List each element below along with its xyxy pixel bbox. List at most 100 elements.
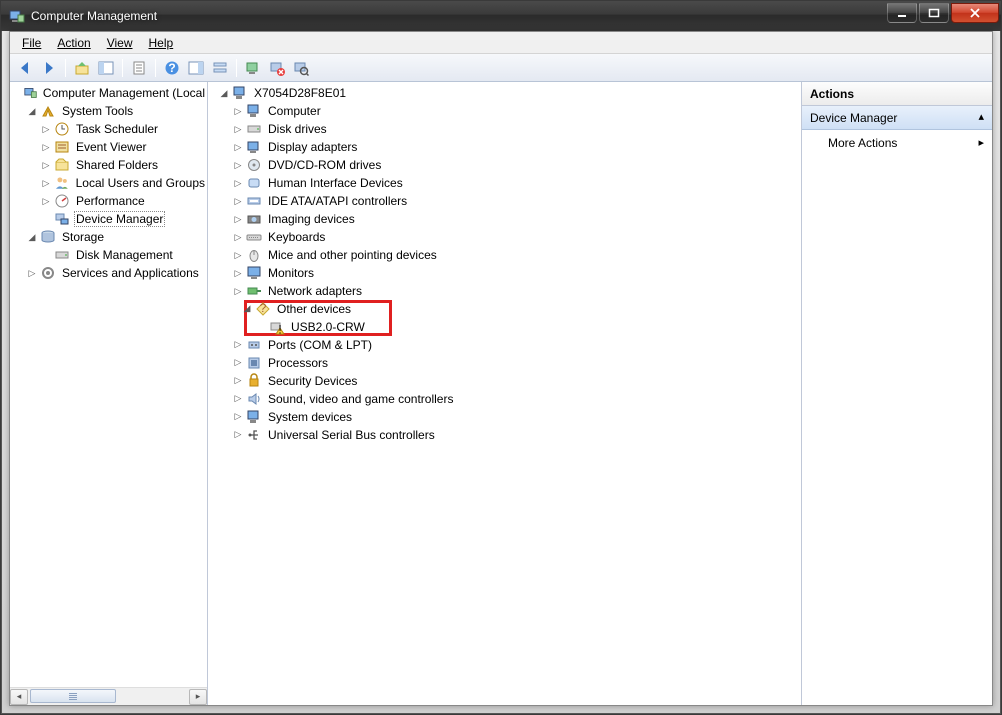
nav-back-button[interactable]	[14, 57, 36, 79]
svg-text:?: ?	[168, 61, 175, 75]
device-category-keyboards[interactable]: ▷ Keyboards	[230, 228, 801, 246]
scroll-right-button[interactable]: ▸	[189, 689, 207, 705]
uninstall-button[interactable]	[266, 57, 288, 79]
clock-icon	[54, 121, 70, 137]
expand-icon[interactable]: ▷	[232, 285, 244, 297]
show-hide-tree-button[interactable]	[95, 57, 117, 79]
collapse-icon[interactable]: ◢	[241, 303, 253, 315]
tree-device-manager[interactable]: Device Manager	[38, 210, 207, 228]
device-category-human-interface-devices[interactable]: ▷ Human Interface Devices	[230, 174, 801, 192]
device-tree[interactable]: ◢ X7054D28F8E01 ▷ Computer ▷ Disk drives…	[208, 82, 801, 446]
tree-event-viewer[interactable]: ▷Event Viewer	[38, 138, 207, 156]
tree-disk-management[interactable]: Disk Management	[38, 246, 207, 264]
collapse-icon[interactable]: ◢	[218, 87, 230, 99]
tree-performance[interactable]: ▷Performance	[38, 192, 207, 210]
tree-system-tools[interactable]: ◢ System Tools	[24, 102, 207, 120]
tree-services-apps[interactable]: ▷Services and Applications	[24, 264, 207, 282]
expand-icon[interactable]: ▷	[232, 339, 244, 351]
device-host[interactable]: ◢ X7054D28F8E01	[216, 84, 801, 102]
titlebar[interactable]: Computer Management	[1, 1, 1001, 31]
device-category-display-adapters[interactable]: ▷ Display adapters	[230, 138, 801, 156]
expand-icon[interactable]: ▷	[232, 141, 244, 153]
tree-root[interactable]: Computer Management (Local	[10, 84, 207, 102]
expand-icon[interactable]: ▷	[40, 141, 52, 153]
device-category-ide-ata-atapi-controllers[interactable]: ▷ IDE ATA/ATAPI controllers	[230, 192, 801, 210]
actions-section[interactable]: Device Manager ▴	[802, 106, 992, 130]
device-category-ports-com-lpt-[interactable]: ▷ Ports (COM & LPT)	[230, 336, 801, 354]
expand-icon[interactable]: ▷	[232, 231, 244, 243]
submenu-icon: ▸	[978, 138, 984, 149]
device-category-other-devices[interactable]: ◢ ? Other devices	[239, 300, 353, 318]
device-usb-crw[interactable]: ! USB2.0-CRW	[253, 318, 367, 336]
collapse-icon[interactable]: ◢	[26, 231, 38, 243]
tree-task-scheduler[interactable]: ▷Task Scheduler	[38, 120, 207, 138]
menu-help[interactable]: Help	[141, 34, 182, 52]
expand-icon[interactable]: ▷	[232, 429, 244, 441]
expand-icon[interactable]: ▷	[232, 159, 244, 171]
device-category-system-devices[interactable]: ▷ System devices	[230, 408, 801, 426]
menu-action[interactable]: Action	[49, 34, 98, 52]
device-category-disk-drives[interactable]: ▷ Disk drives	[230, 120, 801, 138]
collapse-icon[interactable]: ▴	[978, 112, 984, 123]
scroll-thumb[interactable]	[30, 689, 116, 703]
menu-view[interactable]: View	[99, 34, 141, 52]
action-pane-button[interactable]	[185, 57, 207, 79]
properties-button[interactable]	[128, 57, 150, 79]
device-category-monitors[interactable]: ▷ Monitors	[230, 264, 801, 282]
actions-header: Actions	[802, 82, 992, 106]
expand-icon[interactable]: ▷	[232, 357, 244, 369]
disk-drives-icon	[246, 121, 262, 137]
expand-icon[interactable]: ▷	[232, 213, 244, 225]
expand-icon[interactable]: ▷	[40, 195, 52, 207]
actions-more[interactable]: More Actions ▸	[802, 130, 992, 156]
expand-icon[interactable]: ▷	[232, 177, 244, 189]
tree-storage[interactable]: ◢ Storage	[24, 228, 207, 246]
device-category-mice-and-other-pointing-devices[interactable]: ▷ Mice and other pointing devices	[230, 246, 801, 264]
scroll-left-button[interactable]: ◂	[10, 689, 28, 705]
left-hscrollbar[interactable]: ◂ ▸	[10, 687, 207, 705]
device-category-network-adapters[interactable]: ▷ Network adapters	[230, 282, 801, 300]
expand-icon[interactable]: ▷	[40, 177, 52, 189]
device-category-universal-serial-bus-controllers[interactable]: ▷ Universal Serial Bus controllers	[230, 426, 801, 444]
up-button[interactable]	[71, 57, 93, 79]
expand-icon[interactable]: ▷	[232, 105, 244, 117]
nav-forward-button[interactable]	[38, 57, 60, 79]
expand-icon[interactable]: ▷	[232, 411, 244, 423]
help-button[interactable]: ?	[161, 57, 183, 79]
event-viewer-icon	[54, 139, 70, 155]
update-driver-button[interactable]	[242, 57, 264, 79]
device-category-dvd-cd-rom-drives[interactable]: ▷ DVD/CD-ROM drives	[230, 156, 801, 174]
console-tree[interactable]: Computer Management (Local ◢ System Tool…	[10, 82, 207, 687]
users-icon	[54, 175, 70, 191]
expand-icon[interactable]: ▷	[232, 393, 244, 405]
expand-icon[interactable]: ▷	[40, 159, 52, 171]
mice-and-other-pointing-devices-icon	[246, 247, 262, 263]
view-button[interactable]	[209, 57, 231, 79]
tree-shared-folders[interactable]: ▷Shared Folders	[38, 156, 207, 174]
toolbar-separator	[236, 59, 237, 77]
collapse-icon[interactable]: ◢	[26, 105, 38, 117]
minimize-button[interactable]	[887, 3, 917, 23]
other-devices-icon: ?	[255, 301, 271, 317]
close-button[interactable]	[951, 3, 999, 23]
expand-icon[interactable]: ▷	[232, 195, 244, 207]
scroll-track[interactable]	[28, 689, 189, 705]
sound-video-and-game-controllers-icon	[246, 391, 262, 407]
expand-icon[interactable]: ▷	[232, 375, 244, 387]
maximize-button[interactable]	[919, 3, 949, 23]
tree-label: Computer Management (Local	[41, 86, 207, 100]
expand-icon[interactable]: ▷	[40, 123, 52, 135]
expand-icon[interactable]: ▷	[232, 123, 244, 135]
device-category-computer[interactable]: ▷ Computer	[230, 102, 801, 120]
device-category-processors[interactable]: ▷ Processors	[230, 354, 801, 372]
device-category-sound-video-and-game-controllers[interactable]: ▷ Sound, video and game controllers	[230, 390, 801, 408]
device-category-security-devices[interactable]: ▷ Security Devices	[230, 372, 801, 390]
device-category-imaging-devices[interactable]: ▷ Imaging devices	[230, 210, 801, 228]
menu-file[interactable]: File	[14, 34, 49, 52]
tree-local-users[interactable]: ▷Local Users and Groups	[38, 174, 207, 192]
expand-icon[interactable]: ▷	[232, 267, 244, 279]
expand-icon[interactable]: ▷	[232, 249, 244, 261]
scan-hardware-button[interactable]	[290, 57, 312, 79]
expand-icon[interactable]: ▷	[26, 267, 38, 279]
storage-icon	[40, 229, 56, 245]
